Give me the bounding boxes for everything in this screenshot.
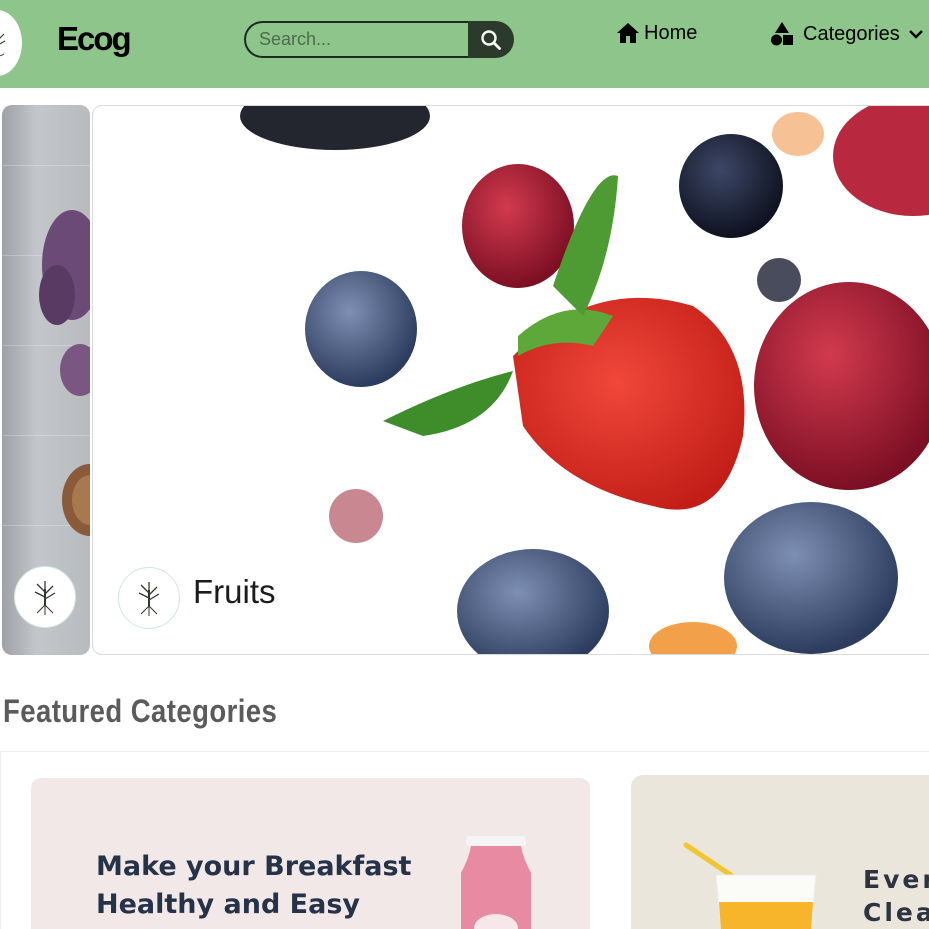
slide-category-label: Fruits — [193, 573, 276, 610]
hero-slide-previous[interactable] — [2, 105, 90, 655]
nav-categories-dropdown[interactable]: Categories — [769, 21, 924, 47]
tree-logo-icon — [138, 582, 160, 616]
smoothie-bottle-image — [461, 836, 531, 929]
shapes-icon — [771, 22, 793, 46]
search-input[interactable] — [244, 21, 470, 58]
hero-slide-active[interactable]: Fruits — [92, 105, 929, 655]
card-title: Ever Clea — [863, 863, 929, 929]
nav-categories-label: Categories — [803, 22, 900, 45]
chevron-down-icon — [908, 30, 923, 39]
nav-home-link[interactable]: Home — [615, 21, 697, 45]
category-avatar — [118, 567, 180, 629]
brand-name[interactable]: Ecog — [57, 20, 132, 58]
home-icon — [617, 23, 639, 43]
category-avatar — [14, 566, 76, 628]
featured-categories-heading: Featured Categories — [3, 693, 278, 729]
card-title: Make your Breakfast Healthy and Easy — [96, 851, 412, 920]
tree-logo-icon — [34, 581, 56, 615]
card-title-line2: Clea — [863, 898, 929, 927]
tree-logo-icon[interactable] — [0, 10, 22, 76]
search-button[interactable] — [468, 21, 514, 58]
juice-glass-image — [683, 842, 817, 929]
search-icon — [481, 29, 501, 50]
featured-card-breakfast[interactable]: Make your Breakfast Healthy and Easy — [31, 778, 590, 929]
card-title-line1: Ever — [863, 865, 929, 894]
featured-card-juice[interactable]: Ever Clea — [631, 775, 929, 929]
top-navbar: Ecog Home Categories — [0, 0, 929, 88]
search-bar — [244, 21, 514, 58]
nav-home-label: Home — [644, 21, 698, 44]
